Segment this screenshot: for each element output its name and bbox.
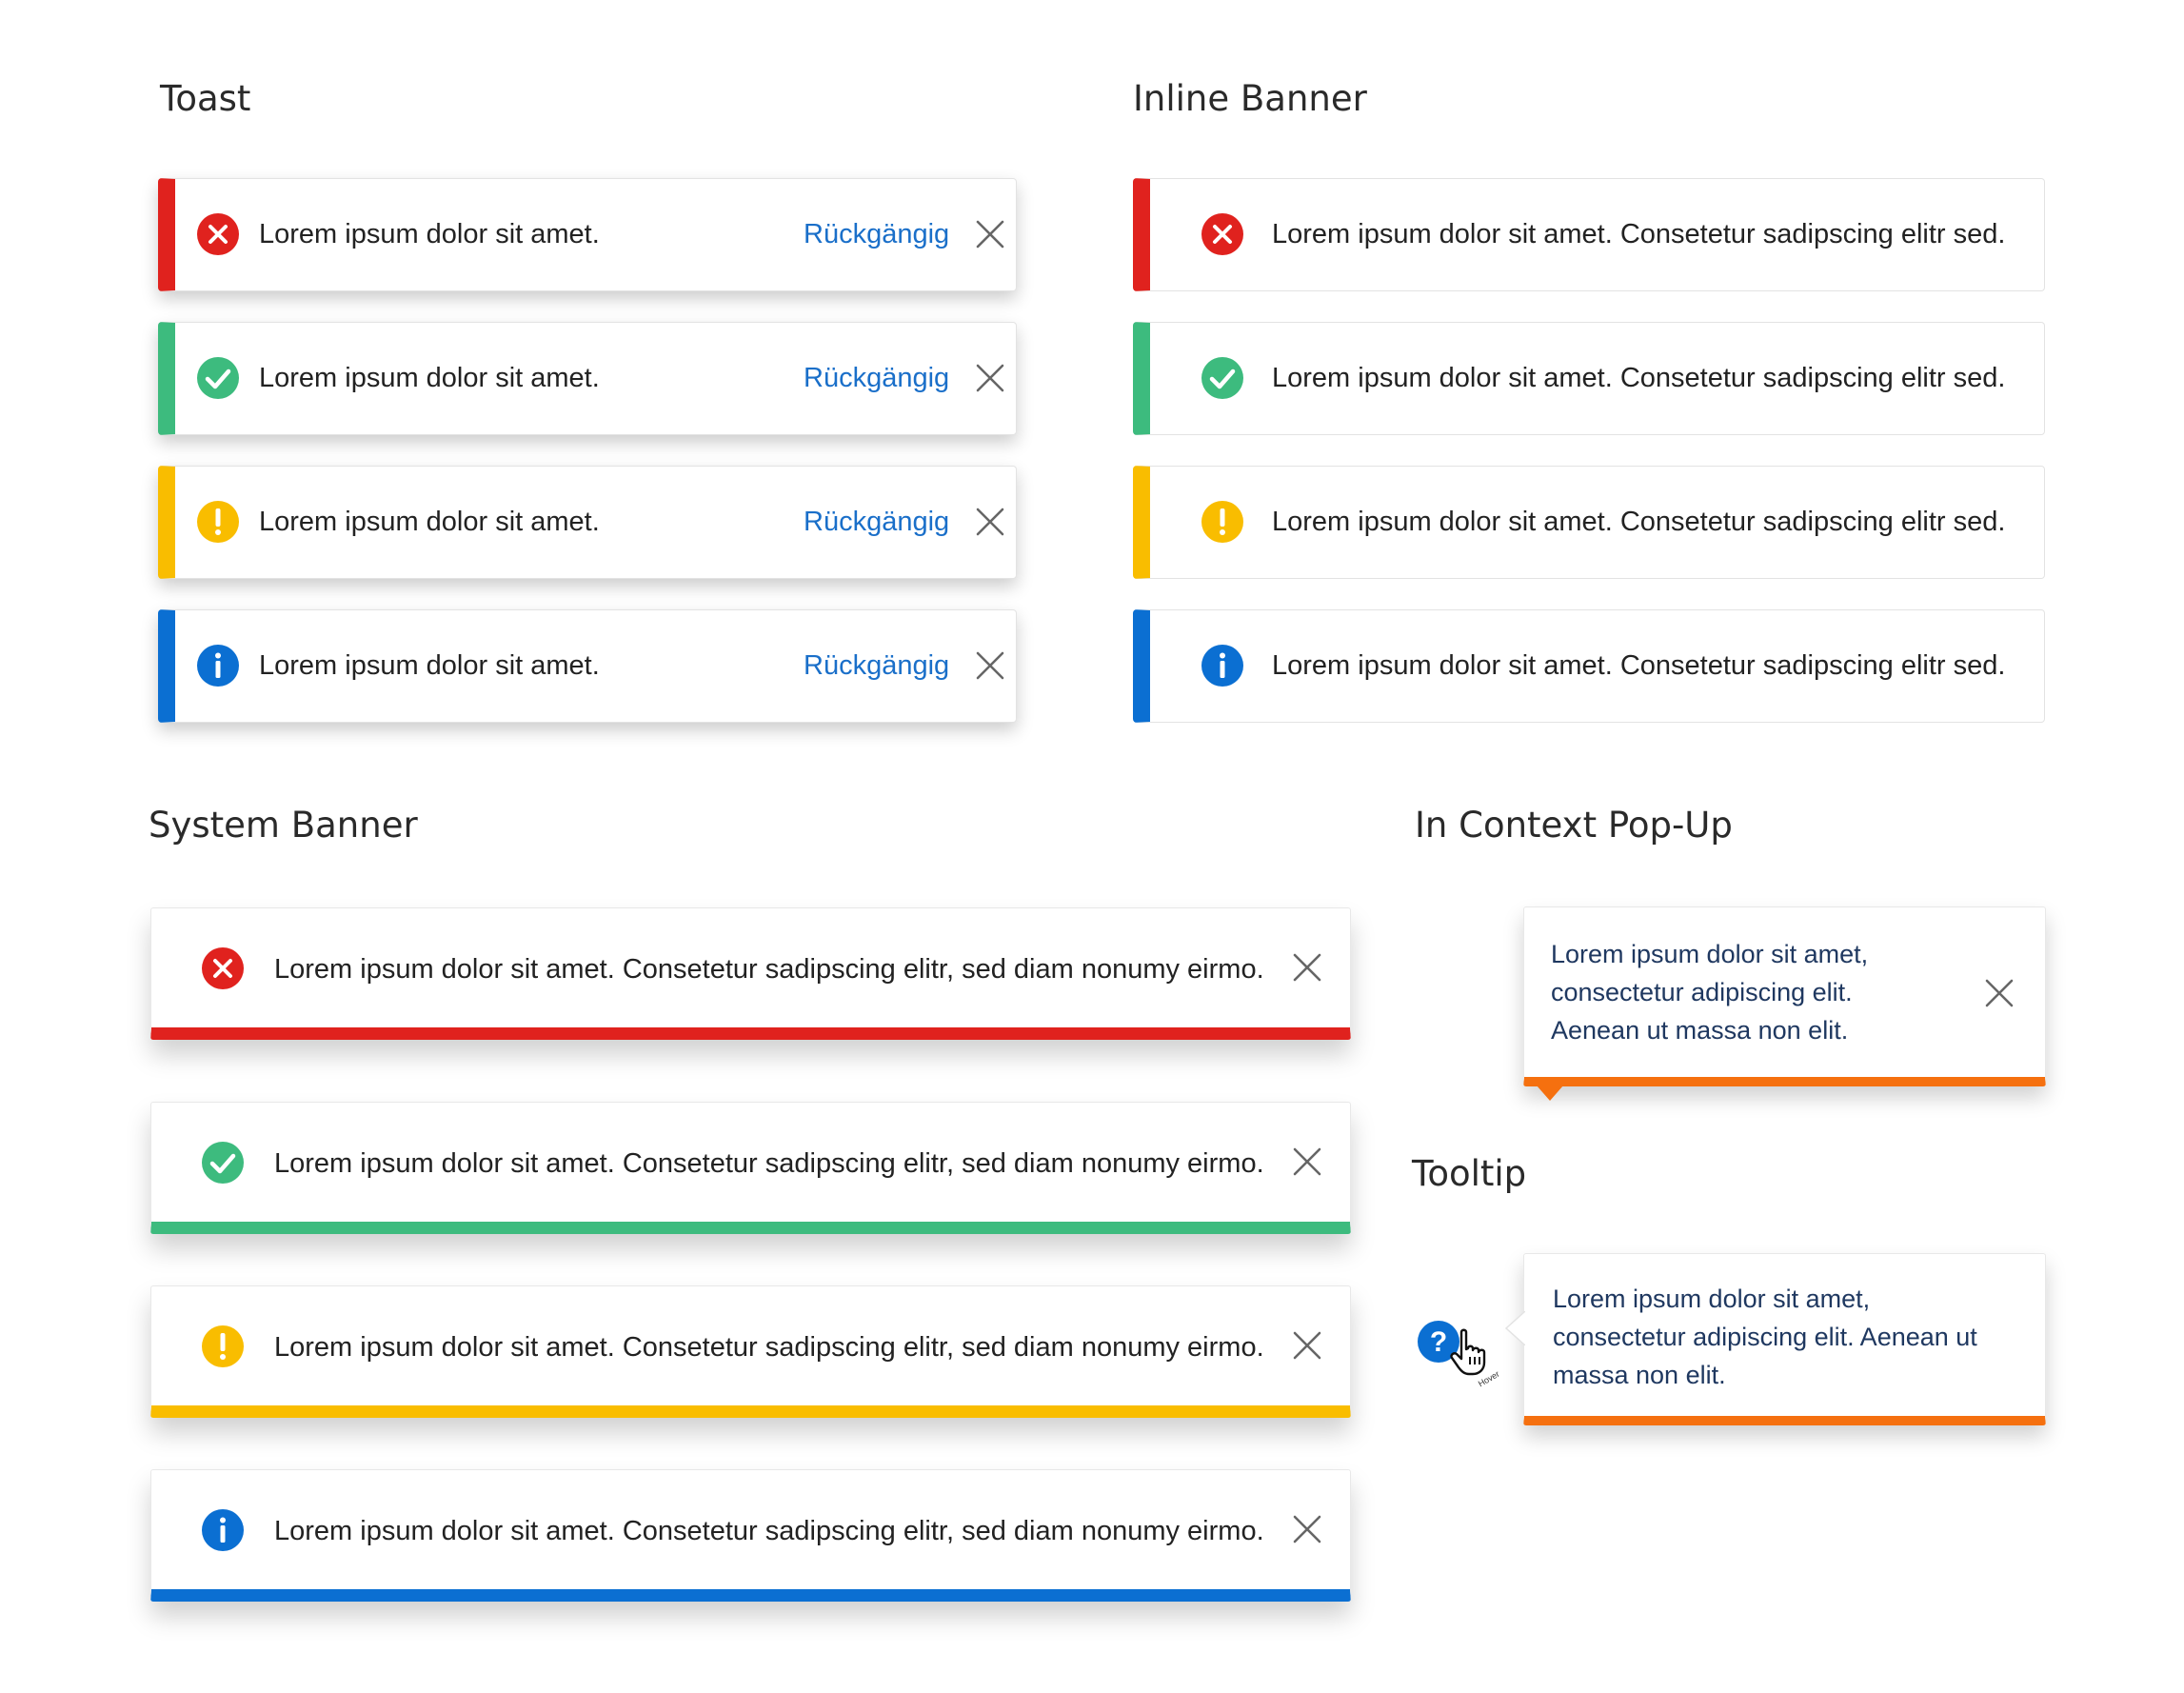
tooltip: Lorem ipsum dolor sit amet, consectetur … <box>1523 1253 2046 1425</box>
info-circle-icon <box>196 644 240 687</box>
inline-banner-message: Lorem ipsum dolor sit amet. Consetetur s… <box>1272 363 2006 393</box>
system-banner-warning: Lorem ipsum dolor sit amet. Consetetur s… <box>150 1285 1351 1418</box>
toast-section-title: Toast <box>160 78 251 119</box>
system-banner-section-title: System Banner <box>149 805 418 846</box>
popup-text-line: Lorem ipsum dolor sit amet, <box>1551 940 1869 968</box>
undo-link[interactable]: Rückgängig <box>804 652 949 680</box>
close-icon[interactable] <box>1292 1146 1322 1177</box>
info-circle-icon <box>201 1508 245 1552</box>
system-banner-error: Lorem ipsum dolor sit amet. Consetetur s… <box>150 907 1351 1040</box>
close-icon[interactable] <box>1984 978 2015 1008</box>
inline-banner-message: Lorem ipsum dolor sit amet. Consetetur s… <box>1272 507 2006 537</box>
tooltip-text-line: massa non elit. <box>1553 1361 1726 1389</box>
close-icon[interactable] <box>1292 1514 1322 1544</box>
toast-success: Lorem ipsum dolor sit amet. Rückgängig <box>158 322 1017 435</box>
close-icon[interactable] <box>975 507 1005 537</box>
error-circle-icon <box>201 946 245 990</box>
error-circle-icon <box>1201 212 1244 256</box>
inline-banner-warning: Lorem ipsum dolor sit amet. Consetetur s… <box>1133 466 2045 579</box>
system-banner-success: Lorem ipsum dolor sit amet. Consetetur s… <box>150 1102 1351 1234</box>
warning-circle-icon <box>1201 500 1244 544</box>
check-circle-icon <box>201 1141 245 1185</box>
tooltip-text-line: Lorem ipsum dolor sit amet, <box>1553 1285 1871 1313</box>
popup-text-line: consectetur adipiscing elit. <box>1551 978 1853 1006</box>
warning-circle-icon <box>196 500 240 544</box>
system-banner-info: Lorem ipsum dolor sit amet. Consetetur s… <box>150 1469 1351 1602</box>
inline-banner-info: Lorem ipsum dolor sit amet. Consetetur s… <box>1133 609 2045 723</box>
hand-cursor-icon <box>1448 1328 1494 1380</box>
toast-info: Lorem ipsum dolor sit amet. Rückgängig <box>158 609 1017 723</box>
warning-circle-icon <box>201 1325 245 1368</box>
close-icon[interactable] <box>1292 952 1322 983</box>
toast-message: Lorem ipsum dolor sit amet. <box>259 650 600 681</box>
toast-error: Lorem ipsum dolor sit amet. Rückgängig <box>158 178 1017 291</box>
system-banner-message: Lorem ipsum dolor sit amet. Consetetur s… <box>274 1516 1264 1546</box>
popup-section-title: In Context Pop-Up <box>1415 805 1733 846</box>
svg-text:?: ? <box>1430 1326 1447 1358</box>
error-circle-icon <box>196 212 240 256</box>
check-circle-icon <box>1201 356 1244 400</box>
check-circle-icon <box>196 356 240 400</box>
undo-link[interactable]: Rückgängig <box>804 508 949 536</box>
close-icon[interactable] <box>975 650 1005 681</box>
inline-banner-success: Lorem ipsum dolor sit amet. Consetetur s… <box>1133 322 2045 435</box>
toast-message: Lorem ipsum dolor sit amet. <box>259 363 600 393</box>
toast-message: Lorem ipsum dolor sit amet. <box>259 507 600 537</box>
undo-link[interactable]: Rückgängig <box>804 221 949 249</box>
tooltip-text-line: consectetur adipiscing elit. Aenean ut <box>1553 1323 1977 1351</box>
system-banner-message: Lorem ipsum dolor sit amet. Consetetur s… <box>274 1148 1264 1179</box>
tooltip-section-title: Tooltip <box>1412 1153 1527 1194</box>
inline-banner-error: Lorem ipsum dolor sit amet. Consetetur s… <box>1133 178 2045 291</box>
popup-pointer <box>1537 1086 1563 1101</box>
close-icon[interactable] <box>975 363 1005 393</box>
toast-warning: Lorem ipsum dolor sit amet. Rückgängig <box>158 466 1017 579</box>
inline-banner-section-title: Inline Banner <box>1133 78 1367 119</box>
inline-banner-message: Lorem ipsum dolor sit amet. Consetetur s… <box>1272 219 2006 249</box>
system-banner-message: Lorem ipsum dolor sit amet. Consetetur s… <box>274 954 1264 985</box>
close-icon[interactable] <box>1292 1330 1322 1361</box>
inline-banner-message: Lorem ipsum dolor sit amet. Consetetur s… <box>1272 650 2006 681</box>
close-icon[interactable] <box>975 219 1005 249</box>
system-banner-message: Lorem ipsum dolor sit amet. Consetetur s… <box>274 1332 1264 1363</box>
toast-message: Lorem ipsum dolor sit amet. <box>259 219 600 249</box>
undo-link[interactable]: Rückgängig <box>804 365 949 392</box>
tooltip-pointer <box>1504 1311 1525 1345</box>
info-circle-icon <box>1201 644 1244 687</box>
popup-text-line: Aenean ut massa non elit. <box>1551 1016 1849 1045</box>
context-popup: Lorem ipsum dolor sit amet, consectetur … <box>1523 906 2046 1086</box>
